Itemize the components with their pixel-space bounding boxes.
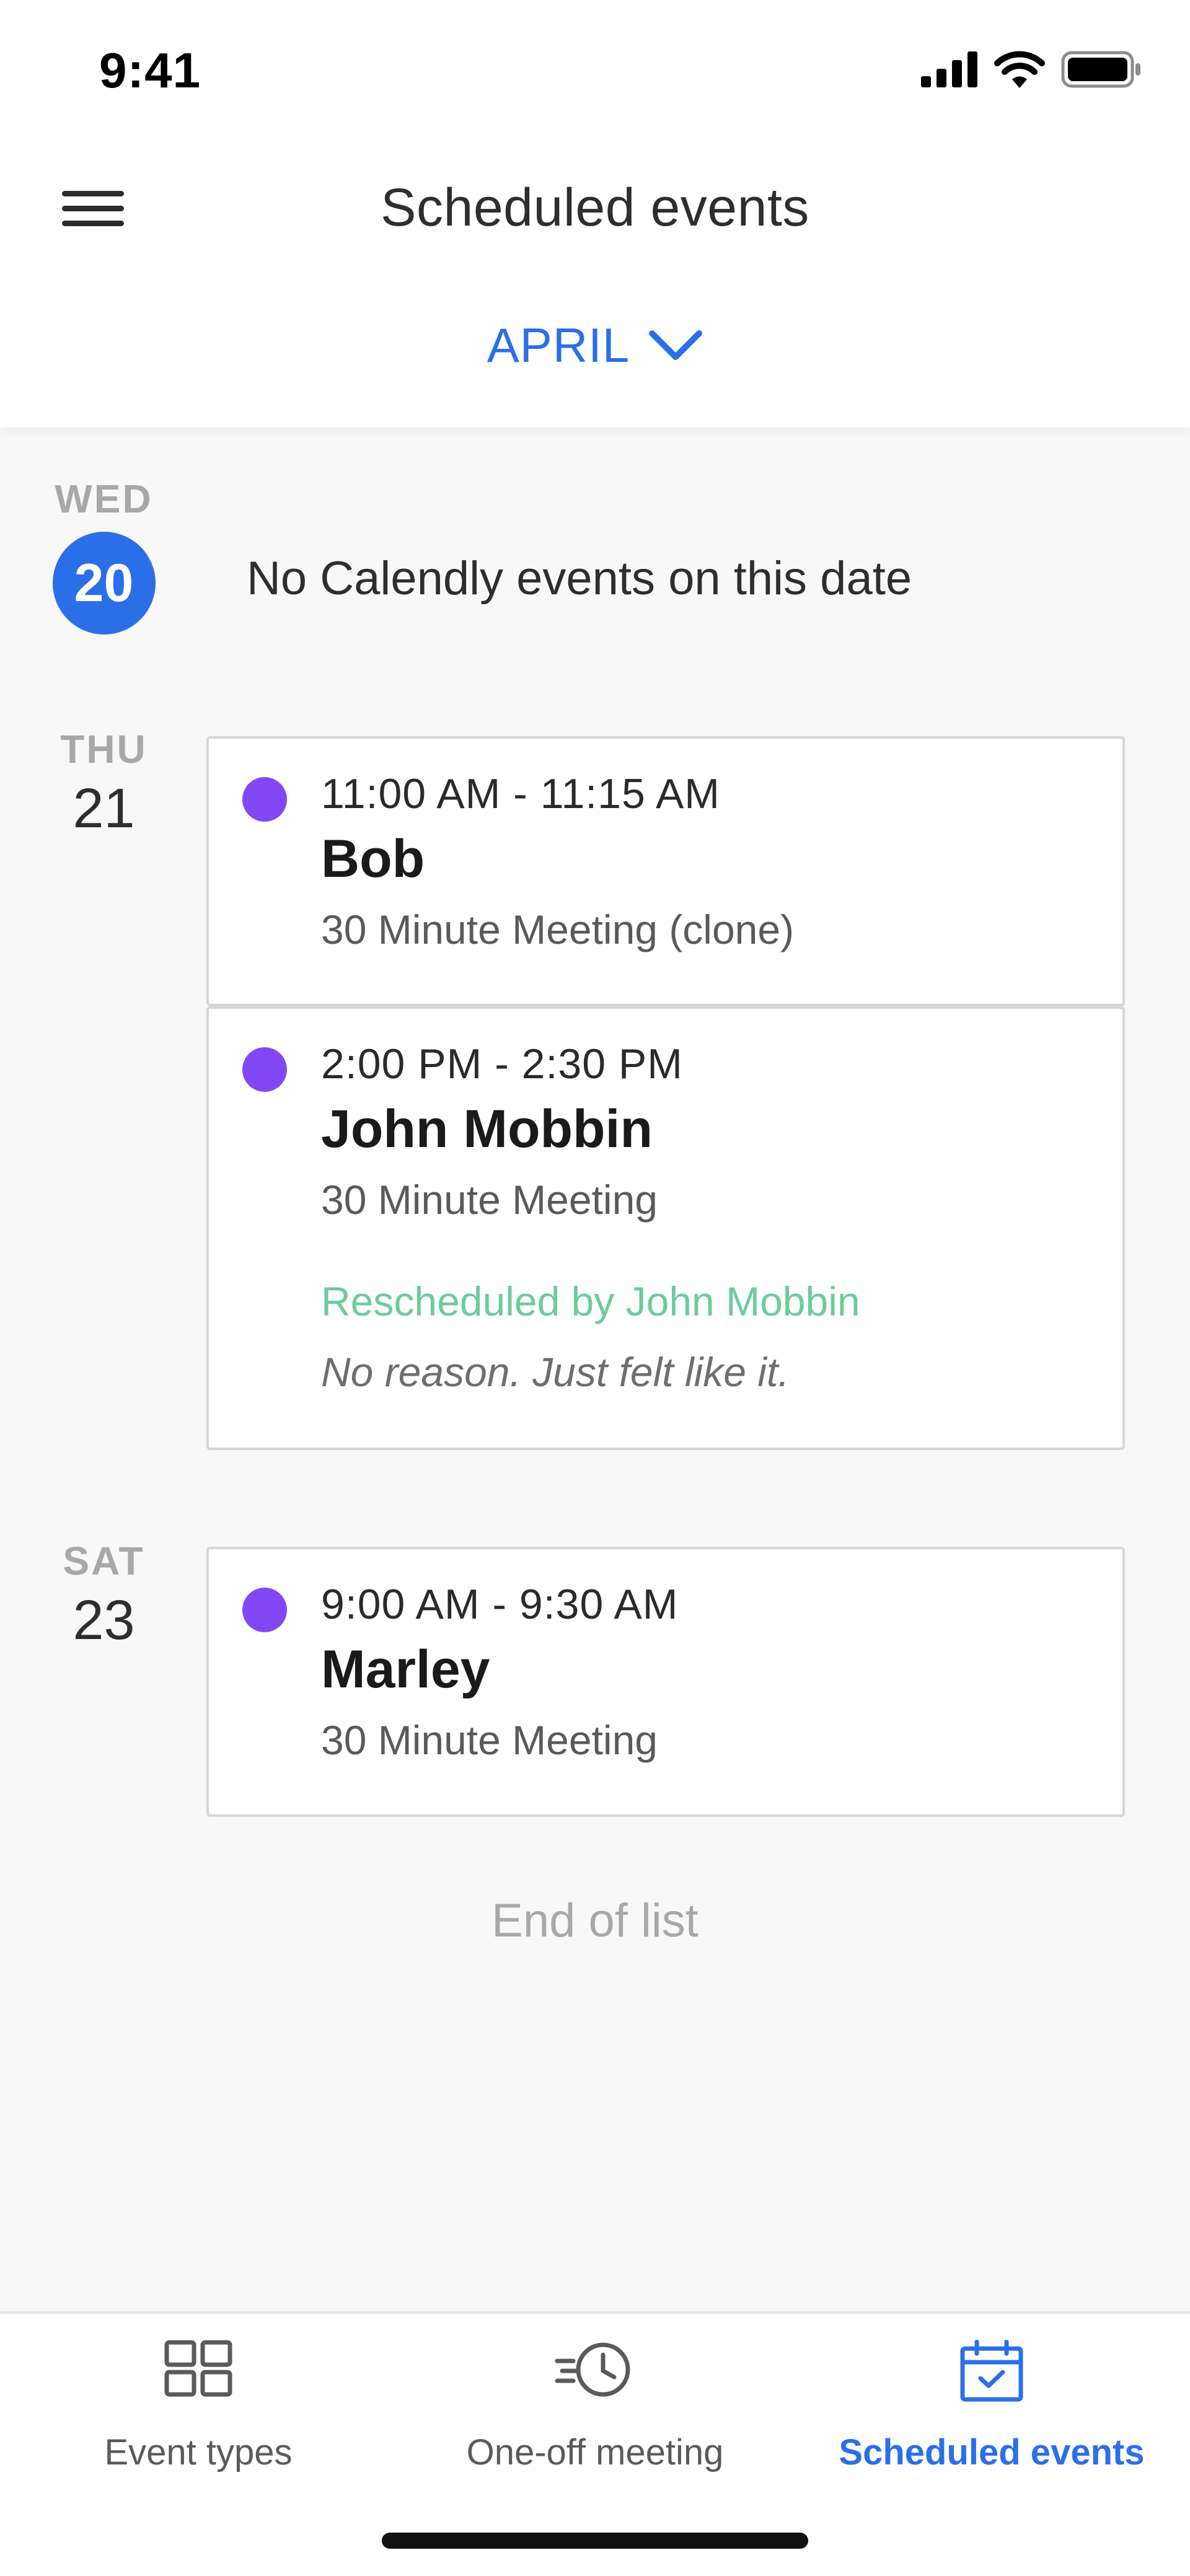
wifi-icon bbox=[994, 51, 1045, 88]
reschedule-note: Rescheduled by John Mobbin bbox=[321, 1278, 860, 1324]
event-card-bob[interactable]: 11:00 AM - 11:15 AM Bob 30 Minute Meetin… bbox=[206, 736, 1125, 1006]
tab-label: One-off meeting bbox=[466, 2432, 724, 2473]
day-header-thu-21: THU 21 bbox=[0, 726, 208, 841]
event-color-dot bbox=[242, 777, 287, 822]
event-invitee-name: Bob bbox=[321, 829, 425, 889]
event-time: 2:00 PM - 2:30 PM bbox=[321, 1040, 683, 1088]
month-selector[interactable]: APRIL bbox=[0, 317, 1190, 374]
today-date-badge: 20 bbox=[52, 532, 156, 635]
signal-icon bbox=[921, 51, 977, 87]
tab-label: Event types bbox=[104, 2432, 293, 2473]
grid-icon bbox=[164, 2340, 232, 2397]
event-time: 11:00 AM - 11:15 AM bbox=[321, 770, 720, 817]
day-of-week: WED bbox=[55, 477, 153, 521]
event-color-dot bbox=[242, 1047, 287, 1092]
day-header-wed-20: WED 20 bbox=[0, 476, 208, 635]
event-time: 9:00 AM - 9:30 AM bbox=[321, 1581, 679, 1628]
chevron-down-icon bbox=[649, 330, 703, 360]
event-type: 30 Minute Meeting bbox=[321, 1717, 658, 1763]
no-events-message: No Calendly events on this date bbox=[247, 552, 912, 605]
calendar-check-icon bbox=[960, 2340, 1023, 2402]
event-invitee-name: Marley bbox=[321, 1640, 490, 1699]
event-card-marley[interactable]: 9:00 AM - 9:30 AM Marley 30 Minute Meeti… bbox=[206, 1547, 1125, 1817]
home-indicator[interactable] bbox=[382, 2533, 808, 2549]
tab-one-off-meeting[interactable]: One-off meeting bbox=[397, 2314, 793, 2500]
end-of-list-label: End of list bbox=[491, 1894, 699, 1947]
event-type: 30 Minute Meeting (clone) bbox=[321, 907, 795, 952]
day-header-sat-23: SAT 23 bbox=[0, 1538, 208, 1653]
month-label: APRIL bbox=[487, 318, 630, 372]
day-date: 21 bbox=[73, 778, 135, 840]
reschedule-reason: No reason. Just felt like it. bbox=[321, 1349, 790, 1395]
battery-icon bbox=[1061, 51, 1140, 88]
day-date: 23 bbox=[73, 1589, 135, 1651]
tab-label: Scheduled events bbox=[839, 2432, 1145, 2473]
event-color-dot bbox=[242, 1588, 287, 1632]
event-card-john-mobbin[interactable]: 2:00 PM - 2:30 PM John Mobbin 30 Minute … bbox=[206, 1006, 1125, 1450]
day-of-week: THU bbox=[60, 727, 148, 771]
event-type: 30 Minute Meeting bbox=[321, 1177, 658, 1223]
event-invitee-name: John Mobbin bbox=[321, 1099, 653, 1159]
status-bar-icons bbox=[921, 51, 1142, 88]
page-title: Scheduled events bbox=[381, 178, 809, 237]
status-bar-time: 9:41 bbox=[99, 43, 201, 98]
tab-event-types[interactable]: Event types bbox=[0, 2314, 397, 2500]
app-header: 9:41 Scheduled events APRIL bbox=[0, 0, 1190, 428]
clock-arrows-icon bbox=[555, 2342, 630, 2397]
tab-scheduled-events[interactable]: Scheduled events bbox=[793, 2314, 1190, 2500]
day-of-week: SAT bbox=[63, 1539, 145, 1583]
